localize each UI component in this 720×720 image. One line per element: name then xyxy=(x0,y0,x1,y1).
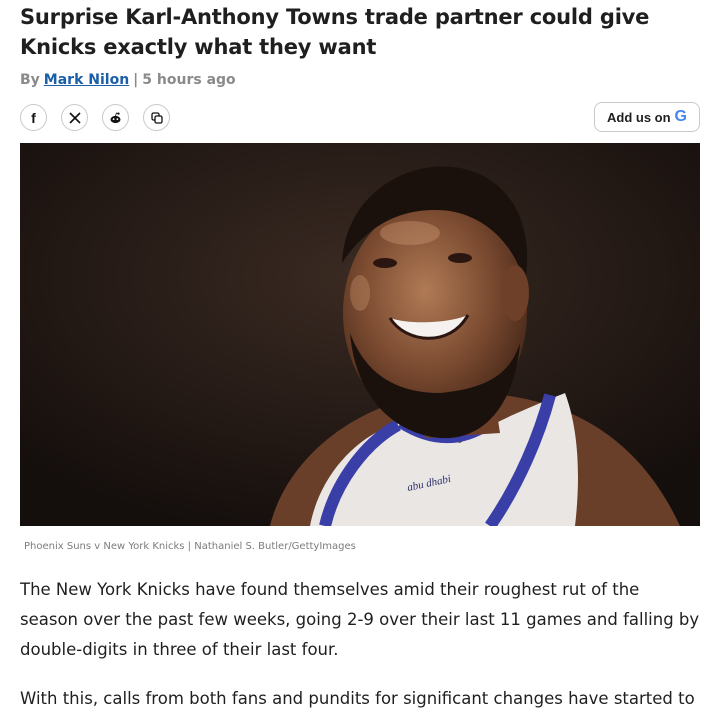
article-headline: Surprise Karl-Anthony Towns trade partne… xyxy=(20,5,650,59)
article-paragraph: The New York Knicks have found themselve… xyxy=(20,580,700,659)
byline: By Mark Nilon | 5 hours ago xyxy=(20,70,236,90)
player-photo: abu dhabi xyxy=(20,143,700,526)
copy-link-button[interactable] xyxy=(143,104,170,131)
share-facebook-button[interactable]: f xyxy=(20,104,47,131)
hero-image: abu dhabi xyxy=(20,143,700,526)
author-link[interactable]: Mark Nilon xyxy=(44,72,129,88)
byline-separator: | xyxy=(133,72,139,88)
share-reddit-button[interactable] xyxy=(102,104,129,131)
reddit-icon xyxy=(109,112,122,124)
article-paragraph: With this, calls from both fans and pund… xyxy=(20,689,695,708)
share-x-button[interactable] xyxy=(61,104,88,131)
share-buttons: f xyxy=(20,104,170,131)
publish-time: 5 hours ago xyxy=(142,72,236,88)
image-caption: Phoenix Suns v New York Knicks | Nathani… xyxy=(24,541,356,552)
facebook-icon: f xyxy=(31,109,36,126)
add-us-on-google-button[interactable]: Add us on G xyxy=(594,102,700,132)
x-icon xyxy=(68,111,81,124)
copy-link-icon xyxy=(150,111,163,124)
add-google-label: Add us on xyxy=(607,109,671,125)
article-body: The New York Knicks have found themselve… xyxy=(20,575,700,720)
byline-prefix: By xyxy=(20,72,40,88)
google-icon: G xyxy=(674,108,687,125)
